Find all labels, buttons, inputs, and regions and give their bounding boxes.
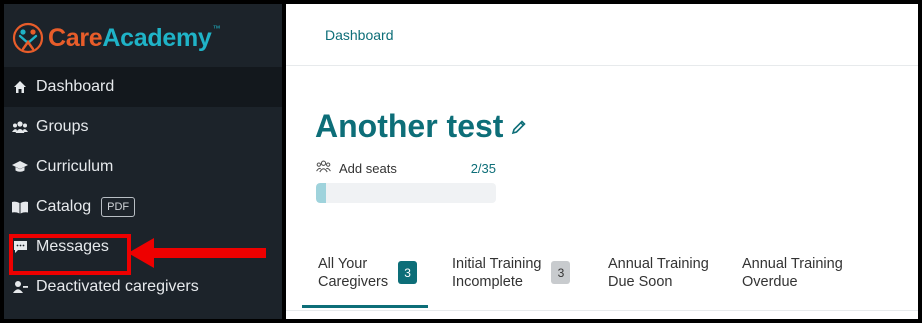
tab-all-caregivers[interactable]: All Your Caregivers 3 [302,255,452,308]
tab-label: Annual Training Due Soon [608,255,709,291]
logo-trademark: ™ [212,23,221,33]
sidebar-item-label: Groups [36,118,89,135]
seats-progress-bar [316,183,496,203]
sidebar-item-label: Catalog [36,198,92,215]
screenshot-frame: CareAcademy ™ Dashboard Groups Curriculum [0,0,922,323]
tab-count-badge: 3 [551,261,571,284]
seats-widget: Add seats 2/35 [316,160,496,203]
pencil-icon[interactable] [511,119,527,135]
logo-text: CareAcademy [48,23,212,52]
seats-count: 2/35 [470,160,496,176]
breadcrumb-dashboard[interactable]: Dashboard [325,27,394,43]
add-seats-link[interactable]: Add seats [339,161,397,176]
tab-label-line1: All Your [318,256,368,272]
tab-label-line2: Due Soon [608,274,673,290]
tab-label-line2: Incomplete [452,274,523,290]
tab-count-badge: 3 [398,261,418,284]
topbar: Dashboard [286,4,918,66]
main-content: Dashboard Another test Add seats 2/35 Al… [286,4,918,319]
sidebar-item-label: Dashboard [36,78,115,95]
home-icon [12,79,28,95]
title-row: Another test [315,108,527,145]
tab-label-line2: Overdue [742,274,798,290]
tab-label: All Your Caregivers [318,255,388,291]
sidebar-item-curriculum[interactable]: Curriculum [4,147,282,187]
pdf-badge[interactable]: PDF [101,197,136,217]
sidebar: CareAcademy ™ Dashboard Groups Curriculum [4,4,282,319]
active-tab-indicator [302,305,428,308]
tab-label-line1: Initial Training [452,256,542,272]
book-icon [12,199,28,215]
pointer-arrow-icon [128,238,266,268]
tab-label-line1: Annual Training [608,256,709,272]
user-minus-icon [12,279,28,295]
seats-row: Add seats 2/35 [316,160,496,176]
tab-label-line2: Caregivers [318,274,389,290]
tab-label: Annual Training Overdue [742,255,843,291]
graduation-cap-icon [12,159,28,175]
seats-users-icon [316,160,331,176]
caregiver-tabs: All Your Caregivers 3 Initial Training I… [302,255,872,308]
tab-annual-training-overdue[interactable]: Annual Training Overdue [742,255,872,291]
sidebar-item-catalog[interactable]: Catalog PDF [4,187,282,227]
seats-progress-fill [316,183,327,203]
tab-label: Initial Training Incomplete [452,255,541,291]
logo[interactable]: CareAcademy ™ [12,18,220,58]
tabs-divider [286,310,918,311]
tab-annual-training-due-soon[interactable]: Annual Training Due Soon [608,255,742,291]
sidebar-item-groups[interactable]: Groups [4,107,282,147]
page-title: Another test [315,108,504,144]
sidebar-item-label: Curriculum [36,158,114,175]
logo-mark-icon [12,22,44,54]
tab-label-line1: Annual Training [742,256,843,272]
sidebar-item-label: Deactivated caregivers [36,278,199,295]
users-icon [12,119,28,135]
messages-highlight-box [9,234,131,275]
tab-initial-training-incomplete[interactable]: Initial Training Incomplete 3 [452,255,608,291]
sidebar-item-dashboard[interactable]: Dashboard [4,67,282,107]
